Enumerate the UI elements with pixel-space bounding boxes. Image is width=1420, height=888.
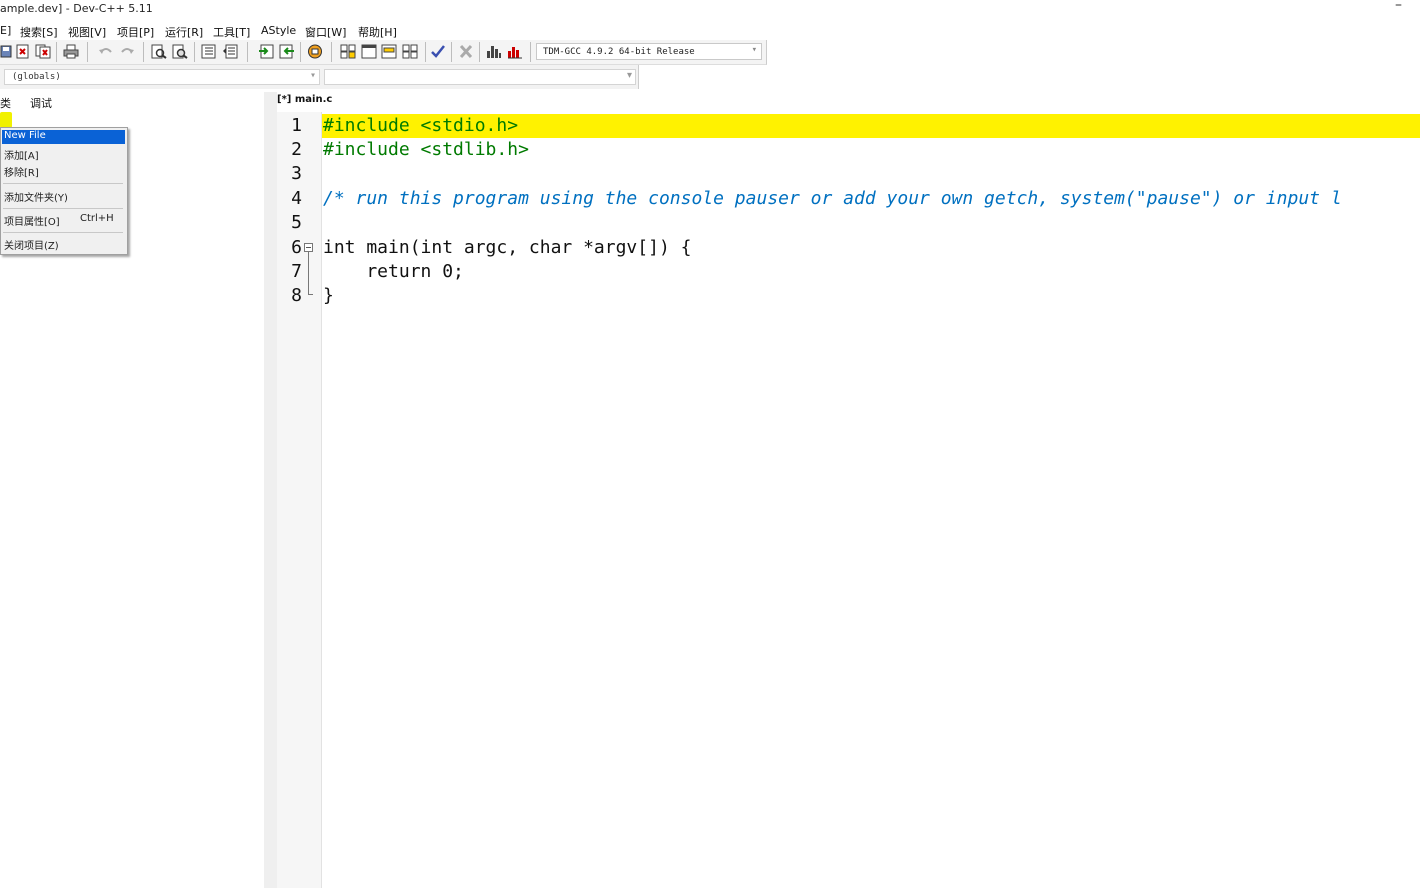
line-number: 2 (291, 139, 302, 160)
save-all-icon[interactable] (0, 44, 16, 59)
code-line: #include <stdlib.h> (323, 139, 529, 160)
tab-classes[interactable]: 类 (0, 95, 11, 111)
toolbar-separator (479, 42, 480, 62)
close-all-icon[interactable] (35, 44, 51, 59)
toolbar-separator (56, 42, 57, 62)
menu-bar: E] 搜索[S] 视图[V] 项目[P] 运行[R] 工具[T] AStyle … (0, 20, 1420, 40)
replace-icon[interactable] (172, 44, 188, 59)
menu-item-add[interactable]: 添加[A] (4, 147, 39, 162)
toolbar-separator (247, 42, 248, 62)
goto-back-icon[interactable] (279, 44, 295, 59)
chevron-down-icon: ▾ (309, 70, 316, 81)
toolbar-separator (451, 42, 452, 62)
rebuild-icon[interactable] (402, 44, 418, 59)
bookmark-icon[interactable] (307, 44, 323, 59)
indent-icon[interactable] (201, 44, 217, 59)
menu-item-remove[interactable]: 移除[R] (4, 164, 39, 179)
menu-separator (3, 232, 123, 233)
menu-tools[interactable]: 工具[T] (213, 24, 250, 40)
code-line: return 0; (323, 261, 464, 282)
editor-tab-main-c[interactable]: [*] main.c (277, 92, 337, 112)
menu-separator (3, 183, 123, 184)
minimize-button[interactable]: – (1395, 0, 1402, 13)
stop-icon[interactable] (458, 44, 474, 59)
check-icon[interactable] (430, 44, 446, 59)
scope-select-value: (globals) (12, 72, 61, 82)
line-number: 8 (291, 285, 302, 306)
line-number: 7 (291, 261, 302, 282)
menu-item-close-project[interactable]: 关闭项目(Z) (4, 237, 59, 252)
goto-icon[interactable] (258, 44, 274, 59)
menu-window[interactable]: 窗口[W] (305, 24, 346, 40)
function-select[interactable]: ▾ (324, 69, 636, 85)
menu-search[interactable]: 搜索[S] (20, 24, 58, 40)
redo-icon[interactable] (119, 44, 135, 59)
code-line: #include <stdio.h> (323, 115, 519, 136)
code-line: int main(int argc, char *argv[]) { (323, 237, 692, 258)
chevron-down-icon: ▾ (626, 70, 632, 81)
profile-icon[interactable] (507, 44, 523, 59)
code-line: /* run this program using the console pa… (323, 188, 1342, 209)
menu-item-shortcut: Ctrl+H (80, 213, 114, 224)
menu-separator (3, 208, 123, 209)
cursor-highlight (0, 112, 12, 128)
menu-item-add-folder[interactable]: 添加文件夹(Y) (4, 189, 68, 204)
print-icon[interactable] (63, 44, 79, 59)
toolbar-separator (87, 42, 88, 62)
project-context-menu: New File 添加[A] 移除[R] 添加文件夹(Y) 项目属性[O] Ct… (0, 127, 128, 255)
compile-icon[interactable] (340, 44, 356, 59)
window-title: ample.dev] - Dev-C++ 5.11 (0, 2, 153, 15)
run-icon[interactable] (361, 44, 377, 59)
tab-debug[interactable]: 调试 (30, 95, 52, 111)
undo-icon[interactable] (98, 44, 114, 59)
menu-help[interactable]: 帮助[H] (358, 24, 397, 40)
close-icon[interactable] (15, 44, 31, 59)
code-editor[interactable] (322, 112, 1420, 888)
unindent-icon[interactable] (222, 44, 238, 59)
find-icon[interactable] (151, 44, 167, 59)
line-number: 1 (291, 115, 302, 136)
fold-line-end (308, 294, 313, 295)
toolbar-separator (530, 42, 531, 62)
fold-toggle-icon[interactable] (304, 243, 313, 252)
title-bar: ample.dev] - Dev-C++ 5.11 – (0, 0, 1420, 18)
toolbar-separator (194, 42, 195, 62)
line-number: 3 (291, 163, 302, 184)
toolbar-separator (331, 42, 332, 62)
menu-item-project-options[interactable]: 项目属性[O] Ctrl+H (4, 213, 114, 228)
fold-line (308, 252, 309, 295)
chart-icon[interactable] (486, 44, 502, 59)
toolbar-separator (143, 42, 144, 62)
left-panel-tabs: 类 调试 (0, 92, 265, 112)
scope-select[interactable]: (globals) ▾ (4, 69, 320, 85)
menu-file[interactable]: E] (0, 24, 11, 37)
code-line: } (323, 285, 334, 306)
toolbar-separator (300, 42, 301, 62)
menu-item-label: 项目属性[O] (4, 217, 60, 228)
compile-run-icon[interactable] (381, 44, 397, 59)
menu-astyle[interactable]: AStyle (261, 24, 296, 37)
line-number: 4 (291, 188, 302, 209)
menu-project[interactable]: 项目[P] (117, 24, 154, 40)
line-number: 6 (291, 237, 302, 258)
panel-splitter[interactable] (264, 92, 277, 888)
menu-run[interactable]: 运行[R] (165, 24, 203, 40)
menu-view[interactable]: 视图[V] (68, 24, 106, 40)
chevron-down-icon: ▾ (751, 45, 757, 55)
line-number: 5 (291, 212, 302, 233)
toolbar-separator (425, 42, 426, 62)
compiler-select[interactable]: TDM-GCC 4.9.2 64-bit Release ▾ (536, 43, 762, 60)
menu-item-new-file[interactable]: New File (2, 130, 125, 144)
compiler-select-value: TDM-GCC 4.9.2 64-bit Release (543, 47, 695, 57)
